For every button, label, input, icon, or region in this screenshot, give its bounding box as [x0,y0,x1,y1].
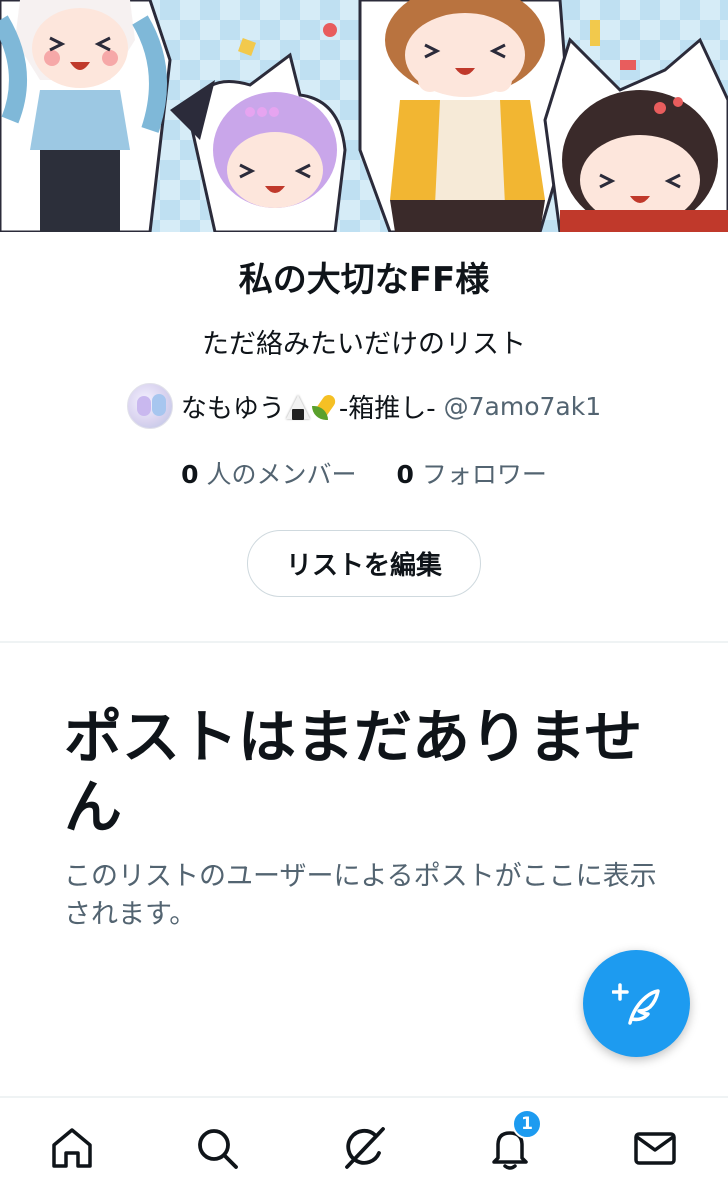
members-label: 人のメンバー [206,460,357,489]
grok-icon [345,1127,385,1169]
followers-count: 0 [396,460,414,489]
followers-label: フォロワー [421,460,547,489]
section-divider [0,641,728,643]
owner-display-name[interactable]: なもゆう -箱推し- [181,388,436,425]
nav-grok[interactable] [336,1120,392,1176]
nav-home[interactable] [44,1120,100,1176]
list-description: ただ絡みたいだけのリスト [202,329,526,360]
nav-notifications[interactable]: 1 [482,1109,542,1176]
list-screen: 私の大切なFF様 ただ絡みたいだけのリスト なもゆう -箱推し- @7amo7ak… [0,0,728,1200]
feather-plus-icon [611,982,660,1025]
bottom-navigation: 1 [0,1096,728,1200]
edit-list-button[interactable]: リストを編集 [247,530,481,597]
owner-avatar[interactable] [126,383,173,429]
empty-state-title: ポストはまだありません [64,703,643,841]
owner-handle[interactable]: @7amo7ak1 [444,392,601,421]
nav-search[interactable] [189,1120,245,1176]
corn-emoji-icon [311,394,339,422]
empty-state-description: このリストのユーザーによるポストがここに表示されます。 [64,861,657,930]
members-link[interactable]: 0 人のメンバー [181,455,356,491]
owner-name-part-1: なもゆう [180,393,285,424]
rice-ball-emoji-icon [285,395,311,421]
home-icon [52,1128,92,1168]
mail-icon [634,1132,676,1165]
list-owner[interactable]: なもゆう -箱推し- @7amo7ak1 [0,383,728,429]
nav-messages[interactable] [627,1120,683,1176]
notification-badge: 1 [512,1109,542,1139]
search-icon [198,1129,238,1169]
followers-link[interactable]: 0 フォロワー [397,455,547,491]
members-count: 0 [181,460,199,489]
list-title: 私の大切なFF様 [238,260,490,300]
owner-name-part-2: -箱推し- [338,393,436,424]
compose-post-button[interactable] [583,950,690,1057]
list-stats: 0 人のメンバー 0 フォロワー [0,455,728,491]
list-banner-image [0,0,728,232]
